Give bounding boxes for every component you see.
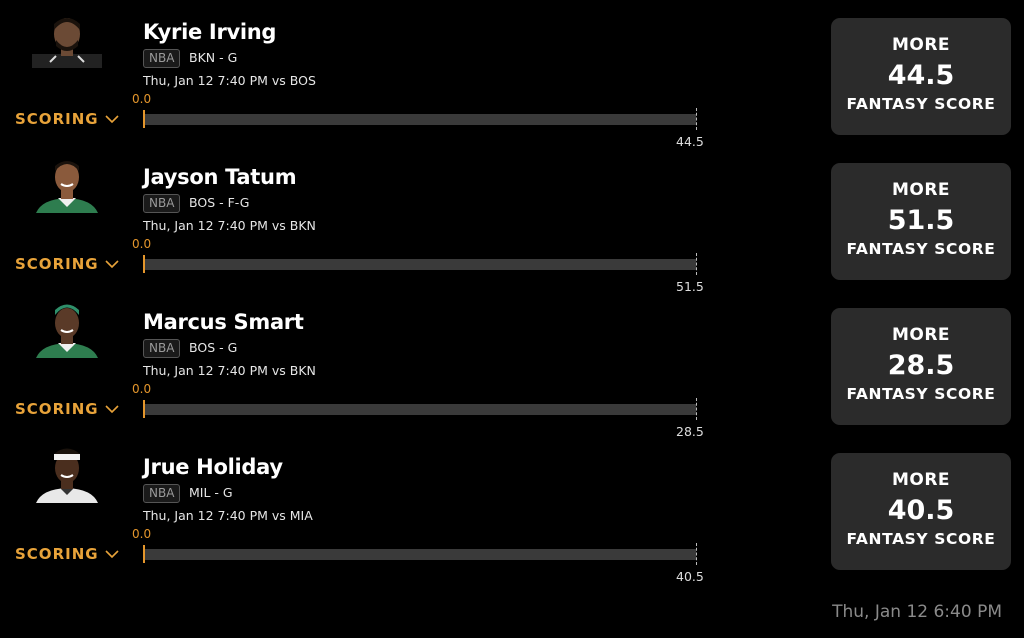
stat-type: FANTASY SCORE [846,240,996,258]
pick-direction: MORE [891,470,951,490]
scoring-dropdown[interactable]: SCORING [15,110,119,128]
league-badge: NBA [143,484,181,503]
league-badge: NBA [143,194,181,213]
track-start-marker [143,255,145,273]
range-min-label: 0.0 [132,237,152,251]
scoring-dropdown[interactable]: SCORING [15,545,119,563]
projection-row: Marcus Smart NBA BOS - G Thu, Jan 12 7:4… [0,290,1024,439]
projection-track [143,114,696,125]
pick-direction: MORE [891,180,951,200]
track-start-marker [143,400,145,418]
scoring-label: SCORING [15,110,99,128]
more-pick-button[interactable]: MORE 40.5 FANTASY SCORE [831,453,1011,570]
player-avatar [32,155,102,213]
more-pick-button[interactable]: MORE 51.5 FANTASY SCORE [831,163,1011,280]
player-avatar [32,300,102,358]
more-pick-button[interactable]: MORE 44.5 FANTASY SCORE [831,18,1011,135]
team-position: BOS - F-G [189,195,250,210]
track-start-marker [143,545,145,563]
scoring-dropdown[interactable]: SCORING [15,255,119,273]
league-badge: NBA [143,339,181,358]
game-info: Thu, Jan 12 7:40 PM vs MIA [143,508,313,523]
projection-line: 28.5 [887,350,955,381]
range-min-label: 0.0 [132,382,152,396]
projection-track [143,404,696,415]
track-end-marker [696,398,697,420]
game-info: Thu, Jan 12 7:40 PM vs BOS [143,73,316,88]
projection-row: Jrue Holiday NBA MIL - G Thu, Jan 12 7:4… [0,435,1024,584]
team-position: BKN - G [189,50,238,65]
game-info: Thu, Jan 12 7:40 PM vs BKN [143,363,316,378]
stat-type: FANTASY SCORE [846,385,996,403]
player-name: Jrue Holiday [143,455,283,479]
team-position: MIL - G [189,485,233,500]
more-pick-button[interactable]: MORE 28.5 FANTASY SCORE [831,308,1011,425]
team-position: BOS - G [189,340,238,355]
player-name: Kyrie Irving [143,20,277,44]
projection-row: Jayson Tatum NBA BOS - F-G Thu, Jan 12 7… [0,145,1024,294]
player-name: Jayson Tatum [143,165,297,189]
stat-type: FANTASY SCORE [846,95,996,113]
range-min-label: 0.0 [132,527,152,541]
player-name: Marcus Smart [143,310,304,334]
projection-row: Kyrie Irving NBA BKN - G Thu, Jan 12 7:4… [0,0,1024,149]
scoring-dropdown[interactable]: SCORING [15,400,119,418]
projection-list-page: Kyrie Irving NBA BKN - G Thu, Jan 12 7:4… [0,0,1024,638]
stat-type: FANTASY SCORE [846,530,996,548]
track-end-marker [696,253,697,275]
player-avatar [32,10,102,68]
track-start-marker [143,110,145,128]
scoring-label: SCORING [15,400,99,418]
range-min-label: 0.0 [132,92,152,106]
league-badge: NBA [143,49,181,68]
projection-track [143,259,696,270]
projection-track [143,549,696,560]
chevron-down-icon [104,549,119,558]
chevron-down-icon [104,114,119,123]
projection-line: 51.5 [887,205,955,236]
pick-direction: MORE [891,35,951,55]
chevron-down-icon [104,404,119,413]
scoring-label: SCORING [15,545,99,563]
projection-line: 40.5 [887,495,955,526]
chevron-down-icon [104,259,119,268]
game-info: Thu, Jan 12 7:40 PM vs BKN [143,218,316,233]
player-avatar [32,445,102,503]
pick-direction: MORE [891,325,951,345]
track-end-marker [696,543,697,565]
footer-timestamp: Thu, Jan 12 6:40 PM [832,602,1002,622]
track-end-marker [696,108,697,130]
scoring-label: SCORING [15,255,99,273]
range-max-label: 40.5 [676,569,704,584]
projection-line: 44.5 [887,60,955,91]
